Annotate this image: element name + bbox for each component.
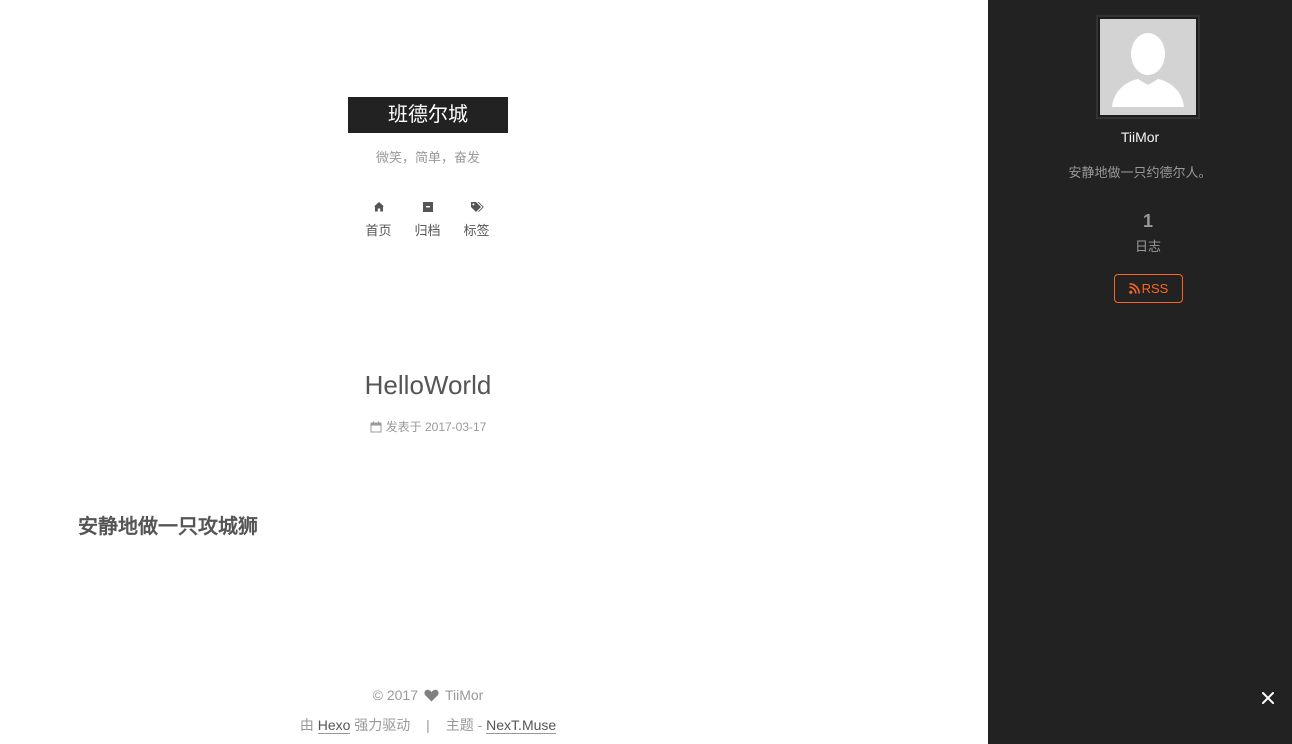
heart-icon [424, 689, 439, 702]
post-date: 2017-03-17 [424, 420, 487, 434]
post-title[interactable]: HelloWorld [228, 370, 628, 401]
post-count-label[interactable]: 日志 [1098, 236, 1198, 255]
post-meta: 发表于 2017-03-17 [328, 418, 528, 435]
menu-item-label: 标签 [463, 223, 490, 238]
menu-item-label: 归档 [414, 223, 441, 238]
footer-powered: 由 Hexo 强力驱动 | 主题 - NexT.Muse [228, 715, 628, 735]
close-sidebar-button[interactable] [1258, 688, 1278, 708]
home-icon [373, 202, 384, 212]
rss-button[interactable]: RSS [1114, 274, 1183, 303]
rss-label: RSS [1141, 281, 1169, 296]
post-meta-prefix: 发表于 [385, 420, 422, 434]
powered-suffix: 强力驱动 [354, 717, 411, 733]
avatar [1096, 15, 1200, 119]
archive-icon [422, 202, 433, 212]
copyright-text: © 2017 [372, 687, 418, 703]
footer-copyright: © 2017 TiiMor [278, 687, 578, 703]
footer-author: TiiMor [444, 687, 484, 703]
footer-separator: | [426, 717, 430, 733]
theme-link[interactable]: NexT.Muse [486, 717, 557, 734]
site-nav: 首页 归档 标签 [354, 198, 501, 240]
menu-item-home[interactable]: 首页 [354, 198, 403, 240]
powered-prefix: 由 [299, 717, 314, 733]
post-body-heading: 安静地做一只攻城狮 [78, 516, 258, 538]
main-content: 班德尔城 微笑，简单，奋发 首页 归档 标签 HelloWorld 发表于 20… [0, 0, 988, 744]
tags-icon [470, 202, 484, 212]
rss-icon [1128, 283, 1140, 294]
default-avatar-icon [1100, 19, 1196, 115]
hexo-link[interactable]: Hexo [317, 717, 351, 734]
menu-item-archive[interactable]: 归档 [403, 198, 452, 240]
close-icon [1262, 692, 1274, 704]
site-title[interactable]: 班德尔城 [348, 97, 508, 133]
author-name: TiiMor [1120, 129, 1160, 145]
calendar-icon [370, 421, 382, 433]
sidebar: TiiMor 安静地做一只约德尔人。 1 日志 RSS [988, 0, 1292, 744]
post-count[interactable]: 1 [1098, 211, 1198, 232]
author-description: 安静地做一只约德尔人。 [1068, 165, 1212, 180]
menu-item-tags[interactable]: 标签 [452, 198, 501, 240]
theme-prefix: 主题 - [445, 717, 483, 733]
site-subtitle: 微笑，简单，奋发 [375, 150, 480, 165]
menu-item-label: 首页 [365, 223, 392, 238]
